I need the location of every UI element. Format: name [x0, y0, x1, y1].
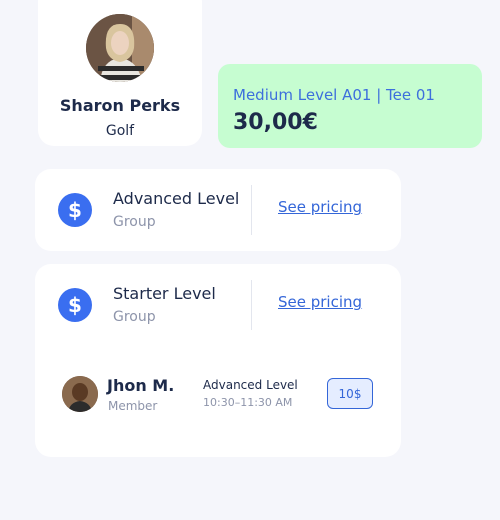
level-card-advanced: $ Advanced Level Group See pricing: [35, 169, 401, 251]
level-subtitle: Group: [113, 214, 156, 230]
level-card-starter: $ Starter Level Group See pricing Jhon M…: [35, 264, 401, 457]
price-tag-button[interactable]: 10$: [327, 378, 373, 409]
divider: [251, 185, 252, 235]
level-title: Starter Level: [113, 284, 216, 303]
price-highlight-value: 30,00€: [233, 110, 318, 135]
see-pricing-link[interactable]: See pricing: [278, 293, 362, 311]
see-pricing-link[interactable]: See pricing: [278, 198, 362, 216]
profile-card: Sharon Perks Golf: [38, 0, 202, 146]
member-avatar: [62, 376, 98, 412]
price-highlight-card: Medium Level A01 | Tee 01 30,00€: [218, 64, 482, 148]
session-time: 10:30–11:30 AM: [203, 396, 293, 409]
level-row: $ Advanced Level Group See pricing: [35, 169, 401, 249]
price-highlight-title: Medium Level A01 | Tee 01: [233, 86, 435, 104]
profile-sport: Golf: [105, 123, 135, 139]
member-name: Jhon M.: [107, 376, 175, 395]
member-role: Member: [108, 399, 158, 413]
profile-name: Sharon Perks: [59, 96, 181, 115]
member-row: Jhon M. Member Advanced Level 10:30–11:3…: [35, 374, 401, 414]
session-level: Advanced Level: [203, 378, 298, 392]
dollar-icon: $: [58, 193, 92, 227]
divider: [251, 280, 252, 330]
level-title: Advanced Level: [113, 189, 240, 208]
level-subtitle: Group: [113, 309, 156, 325]
dollar-icon: $: [58, 288, 92, 322]
level-row: $ Starter Level Group See pricing: [35, 264, 401, 344]
avatar: [86, 14, 154, 82]
